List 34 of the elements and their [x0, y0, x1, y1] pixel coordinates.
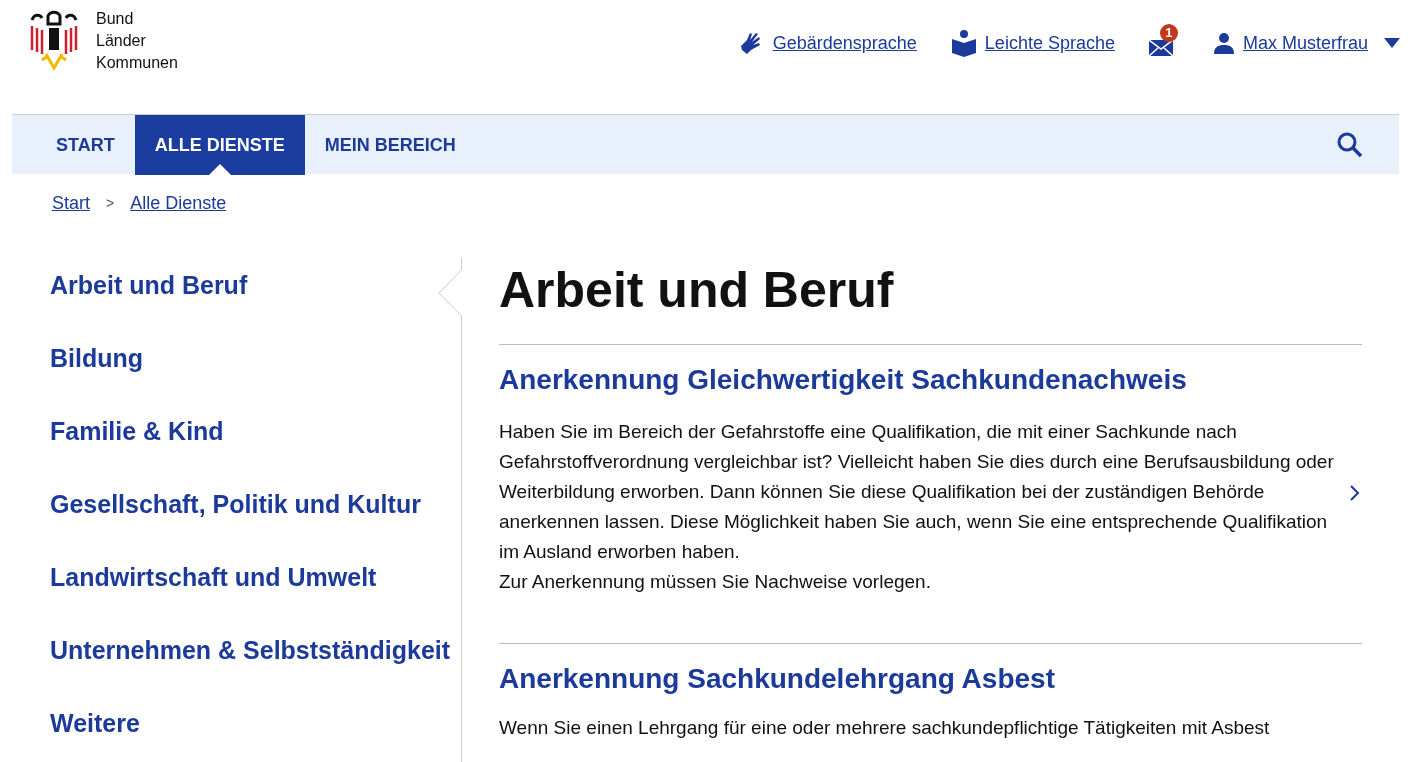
- nav-tab[interactable]: MEIN BEREICH: [304, 115, 476, 175]
- nav-tab[interactable]: ALLE DIENSTE: [134, 115, 305, 175]
- user-menu-link[interactable]: Max Musterfrau: [1242, 29, 1368, 57]
- search-icon[interactable]: [1337, 131, 1363, 158]
- logo-text: Länder: [96, 31, 147, 51]
- nav-tab[interactable]: START: [36, 115, 135, 175]
- page-title: Arbeit und Beruf: [499, 261, 895, 320]
- eagle-logo-icon: [28, 10, 80, 72]
- logo-text: Kommunen: [96, 53, 178, 73]
- user-icon: [1212, 32, 1235, 54]
- breadcrumb-separator: >: [106, 194, 115, 213]
- service-description: Wenn Sie einen Lehrgang für eine oder mehrere sachkundepflichtige Tätigkeiten mit Asbest: [499, 716, 1271, 740]
- notification-badge: 1: [1159, 24, 1178, 42]
- breadcrumb-link[interactable]: Alle Dienste: [130, 190, 227, 258]
- breadcrumb-link[interactable]: Start: [52, 190, 90, 258]
- service-title-link[interactable]: Anerkennung Sachkundelehrgang Asbest: [499, 663, 1055, 694]
- chevron-right-icon[interactable]: [1350, 485, 1360, 501]
- header-link[interactable]: Gebärdensprache: [772, 29, 917, 57]
- service-title-link[interactable]: Anerkennung Gleichwertigkeit Sachkundenachweis: [499, 364, 1187, 395]
- sidebar-category-link[interactable]: Landwirtschaft und Umwelt: [0, 550, 462, 623]
- book-reader-icon: [950, 29, 977, 57]
- logo-text: Bund: [96, 9, 135, 29]
- sidebar-category-link[interactable]: Unternehmen & Selbstständigkeit: [0, 623, 462, 696]
- sidebar-category-link[interactable]: Arbeit und Beruf: [0, 258, 462, 331]
- sidebar-category-link[interactable]: Bildung: [0, 331, 462, 404]
- active-item-notch-icon: [437, 258, 462, 331]
- mail-icon[interactable]: [1148, 40, 1173, 56]
- header-link[interactable]: Leichte Sprache: [984, 29, 1115, 57]
- service-description: Haben Sie im Bereich der Gefahrstoffe eine Qualifikation, die mit einer Sachkunde nach Gefahrstoffverordnung vergleichbar ist? Vielleicht haben Sie dies durch eine Berufsausbildung oder Weiterbildung erworben. Dann können Sie diese Qualifikation bei der zuständigen Behörde anerkennen lassen. Diese Möglichkeit haben Sie auch, wenn Sie eine entsprechende Qualifikation im Ausland erworben haben.: [499, 420, 1335, 564]
- sidebar-category-link[interactable]: Gesellschaft, Politik und Kultur: [0, 477, 462, 550]
- sidebar-category-link[interactable]: Weitere: [0, 696, 462, 762]
- sidebar-category-link[interactable]: Familie & Kind: [0, 404, 462, 477]
- caret-down-icon[interactable]: [1384, 38, 1400, 48]
- service-description: Zur Anerkennung müssen Sie Nachweise vorlegen.: [499, 570, 932, 594]
